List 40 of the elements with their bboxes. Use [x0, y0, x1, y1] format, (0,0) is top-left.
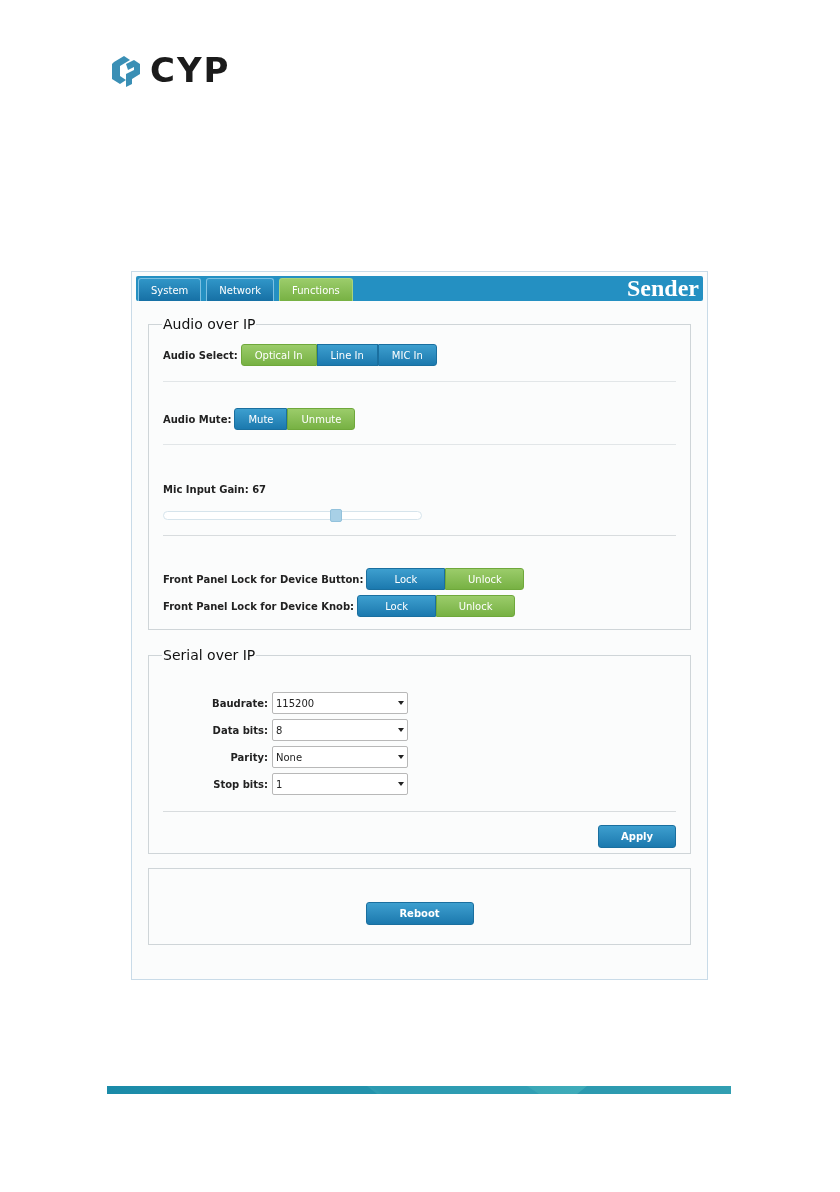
field-label: Front Panel Lock for Device Button: [163, 572, 364, 587]
page-title: Sender [627, 276, 699, 301]
field-label: Front Panel Lock for Device Knob: [163, 599, 355, 614]
field-label: Stop bits: [213, 777, 268, 792]
slider-thumb[interactable] [330, 509, 343, 522]
dropdown[interactable]: 1 [272, 773, 408, 795]
caret-icon [398, 755, 404, 759]
section-title: Serial over IP [162, 646, 257, 665]
field-label: Baudrate: [212, 696, 268, 711]
field-label: Mic Input Gain: 67 [163, 484, 267, 495]
option-button[interactable]: Mute [234, 408, 288, 430]
logo-text: CYP [150, 53, 231, 87]
field-label: Audio Mute: [163, 412, 232, 427]
tab[interactable]: Functions [279, 278, 353, 301]
dropdown-value: 8 [276, 723, 283, 738]
option-button[interactable]: Lock [357, 595, 437, 617]
apply-button[interactable]: Apply [598, 825, 676, 848]
option-button[interactable]: Unmute [287, 408, 356, 430]
dropdown[interactable]: None [272, 746, 408, 768]
section-title: Audio over IP [162, 315, 257, 334]
option-button[interactable]: Lock [366, 568, 446, 590]
option-button[interactable]: Line In [316, 344, 378, 366]
option-button[interactable]: Unlock [445, 568, 525, 590]
dropdown[interactable]: 115200 [272, 692, 408, 714]
reboot-button[interactable]: Reboot [365, 902, 474, 925]
field-label: Parity: [230, 750, 268, 765]
field-label: Data bits: [212, 723, 268, 738]
tab[interactable]: System [138, 278, 202, 301]
caret-icon [398, 701, 404, 705]
dropdown-value: 115200 [276, 696, 315, 711]
tab[interactable]: Network [206, 278, 275, 301]
field-label: Audio Select: [163, 348, 238, 363]
option-button[interactable]: Unlock [436, 595, 516, 617]
option-button[interactable]: MIC In [377, 344, 437, 366]
option-button[interactable]: Optical In [240, 344, 317, 366]
caret-icon [398, 728, 404, 732]
dropdown-value: 1 [276, 777, 283, 792]
dropdown-value: None [276, 750, 303, 765]
caret-icon [398, 782, 404, 786]
dropdown[interactable]: 8 [272, 719, 408, 741]
